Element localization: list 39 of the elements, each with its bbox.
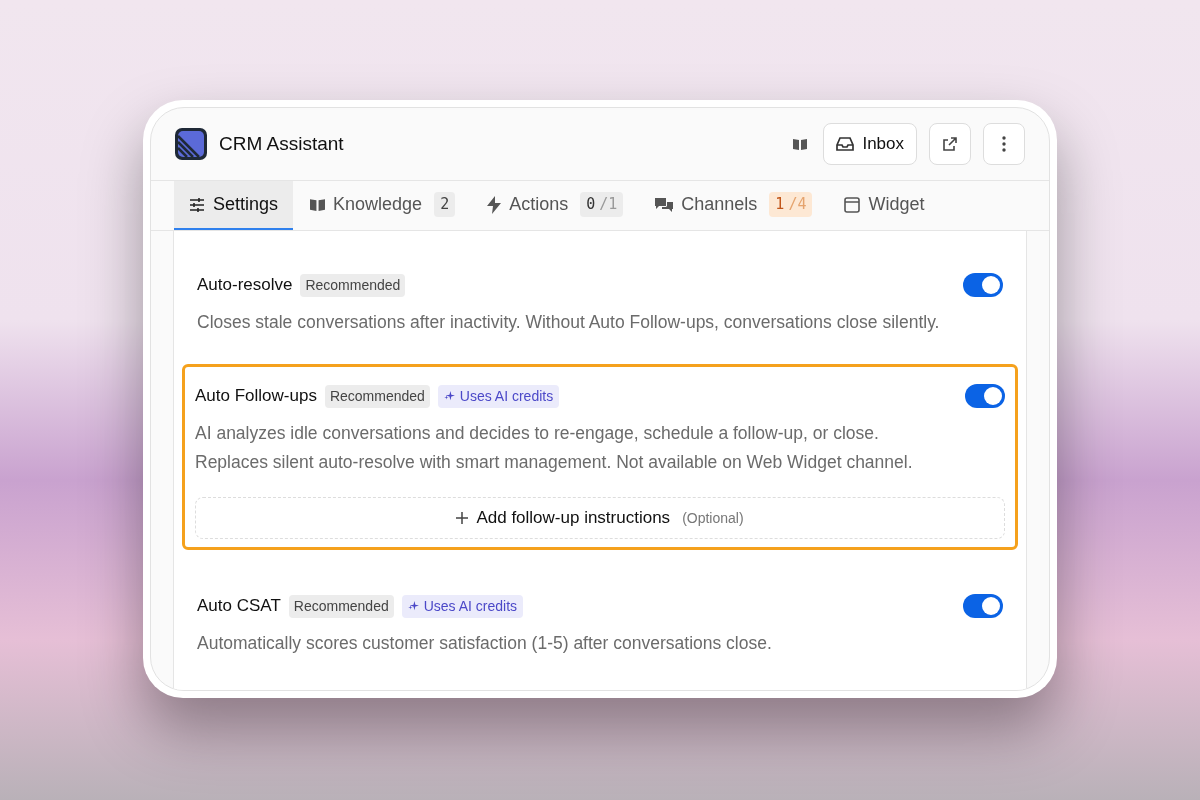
setting-description: Closes stale conversations after inactivity. Without Auto Follow-ups, conversations close silently.	[197, 311, 941, 334]
setting-description: Automatically scores customer satisfaction (1-5) after conversations close.	[197, 632, 773, 655]
ai-credits-badge: Uses AI credits	[437, 384, 560, 408]
book-icon	[310, 198, 326, 211]
sliders-icon	[189, 197, 205, 212]
setting-description: AI analyzes idle conversations and decides to re-engage, schedule a follow-up, or close. Replaces silent auto-resolve with smart management. Not available on Web Widget channel.	[195, 422, 914, 474]
toggle-switch[interactable]	[963, 594, 1003, 618]
sparkle-icon	[407, 600, 419, 612]
recommended-badge: Recommended	[324, 384, 430, 408]
more-icon	[1002, 136, 1006, 152]
logo-icon	[175, 128, 207, 160]
recommended-badge: Recommended	[288, 594, 394, 618]
tab[interactable]: Knowledge 2	[295, 181, 471, 230]
count-badge: 0 /1	[580, 192, 624, 217]
toggle-switch[interactable]	[963, 273, 1003, 297]
tab[interactable]: Channels 1 /4	[640, 181, 828, 230]
book-icon[interactable]	[793, 138, 808, 150]
setting-title: Auto CSAT	[197, 595, 281, 618]
toggle-switch[interactable]	[965, 384, 1005, 408]
inbox-icon	[836, 136, 855, 152]
count-badge: 2	[434, 192, 456, 217]
recommended-badge: Recommended	[300, 273, 406, 297]
tab[interactable]: Actions 0 /1	[472, 181, 639, 230]
plus-icon	[456, 512, 469, 524]
ai-credits-badge: Uses AI credits	[401, 594, 524, 618]
external-link-button[interactable]	[929, 123, 971, 165]
add-instructions-button[interactable]: Add follow-up instructions (Optional)	[195, 497, 1005, 539]
window-icon	[844, 196, 861, 213]
app-title: CRM Assistant	[219, 131, 344, 156]
chat-bubbles-icon	[655, 196, 674, 213]
setting-title: Auto Follow-ups	[195, 385, 317, 408]
external-link-icon	[942, 136, 958, 152]
tab[interactable]: Settings	[174, 181, 294, 230]
setting-title: Auto-resolve	[197, 274, 293, 297]
lightning-icon	[487, 195, 502, 214]
tab[interactable]: Widget	[829, 181, 940, 230]
inbox-button[interactable]: Inbox	[823, 123, 917, 165]
count-badge: 1 /4	[769, 192, 813, 217]
sparkle-icon	[443, 390, 455, 402]
